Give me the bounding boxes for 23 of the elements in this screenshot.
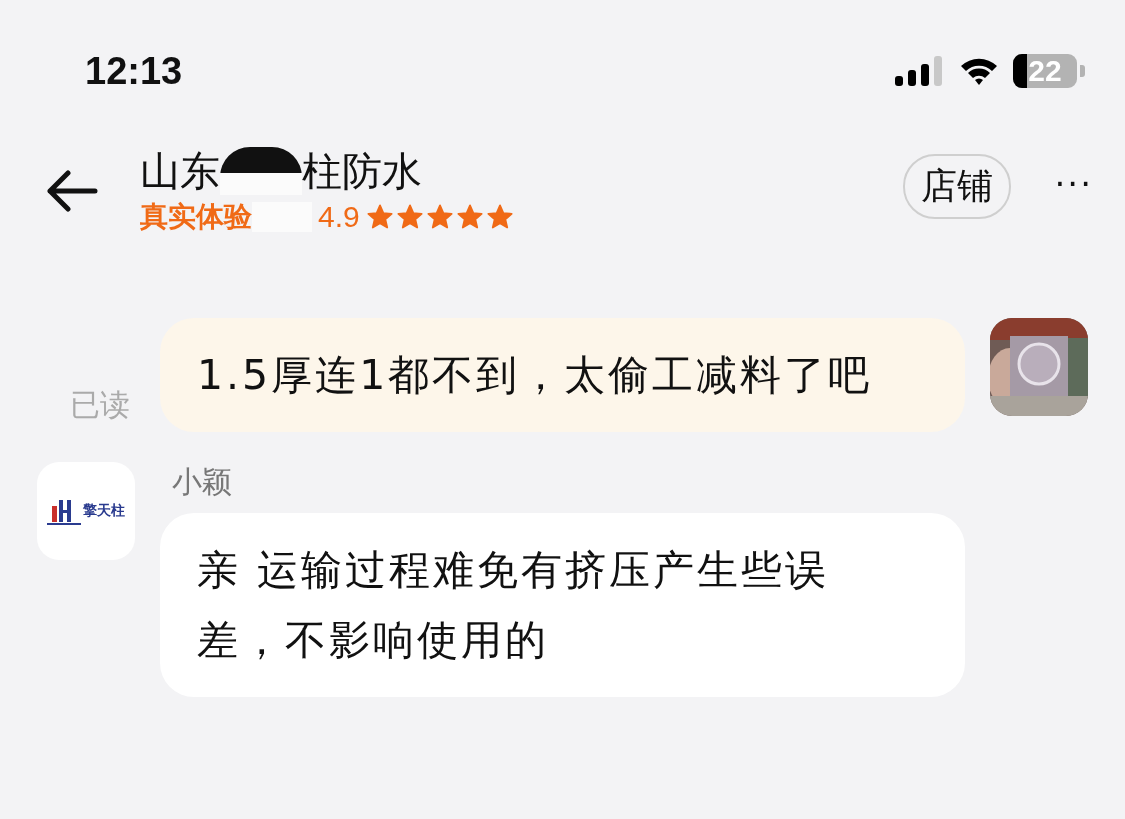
logo-text: 擎天柱	[83, 502, 125, 520]
star-icon	[425, 203, 454, 231]
rating-score: 4.9	[318, 200, 360, 234]
message-bubble: 亲 运输过程难免有挤压产生些误差，不影响使用的	[160, 513, 965, 697]
shop-title: 柱防水	[302, 147, 422, 196]
clock-time: 12:13	[85, 49, 183, 93]
battery-fill	[1013, 54, 1027, 88]
battery-level: 22	[1028, 54, 1062, 88]
sender-name: 小颖	[171, 463, 233, 501]
star-icon	[365, 203, 394, 231]
message-bubble: 1.5厚连1都不到，太偷工减料了吧	[160, 318, 965, 432]
back-icon[interactable]	[46, 170, 98, 212]
battery-tip-icon	[1080, 65, 1085, 77]
shop-title: 山东	[140, 147, 220, 196]
star-icon	[455, 203, 484, 231]
shop-button[interactable]: 店铺	[902, 153, 1011, 219]
signal-icon	[895, 56, 945, 86]
star-icon	[395, 203, 424, 231]
tagline: 真实体验	[140, 199, 252, 235]
wifi-icon	[959, 56, 999, 86]
star-icon	[485, 203, 514, 231]
more-button[interactable]: ···	[1054, 164, 1093, 204]
read-receipt: 已读	[70, 387, 130, 422]
